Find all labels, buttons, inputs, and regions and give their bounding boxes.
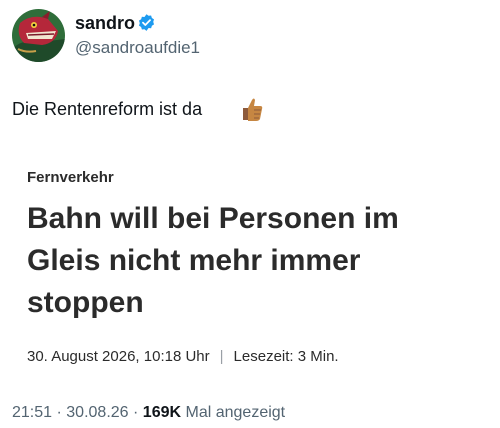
view-count: 169K bbox=[142, 404, 182, 421]
meta-separator: | bbox=[219, 348, 224, 365]
tweet-footer: 21:51 · 30.08.26 · 169K Mal angezeigt bbox=[12, 404, 285, 422]
dragon-avatar-icon bbox=[12, 9, 65, 62]
article-meta: 30. August 2026, 10:18 Uhr | Lesezeit: 3 M… bbox=[27, 348, 339, 365]
reading-time: Lesezeit: 3 Min. bbox=[233, 348, 339, 365]
footer-dot: · bbox=[56, 404, 62, 421]
avatar[interactable] bbox=[12, 9, 65, 62]
view-count-label: Mal angezeigt bbox=[185, 404, 286, 421]
footer-dot: · bbox=[133, 404, 139, 421]
tweet-time[interactable]: 21:51 bbox=[12, 404, 52, 421]
article-date: 30. August 2026, 10:18 Uhr bbox=[27, 348, 210, 365]
thumbs-up-icon bbox=[240, 96, 264, 122]
tweet-date[interactable]: 30.08.26 bbox=[66, 404, 128, 421]
tweet-text: Die Rentenreform ist da bbox=[12, 99, 203, 119]
display-name[interactable]: sandro bbox=[75, 13, 135, 34]
user-handle[interactable]: @sandroaufdie1 bbox=[75, 38, 200, 58]
verified-badge-icon bbox=[137, 13, 156, 32]
article-headline[interactable]: Bahn will bei Personen im Gleis nicht me… bbox=[27, 198, 457, 324]
article-kicker: Fernverkehr bbox=[27, 169, 114, 186]
